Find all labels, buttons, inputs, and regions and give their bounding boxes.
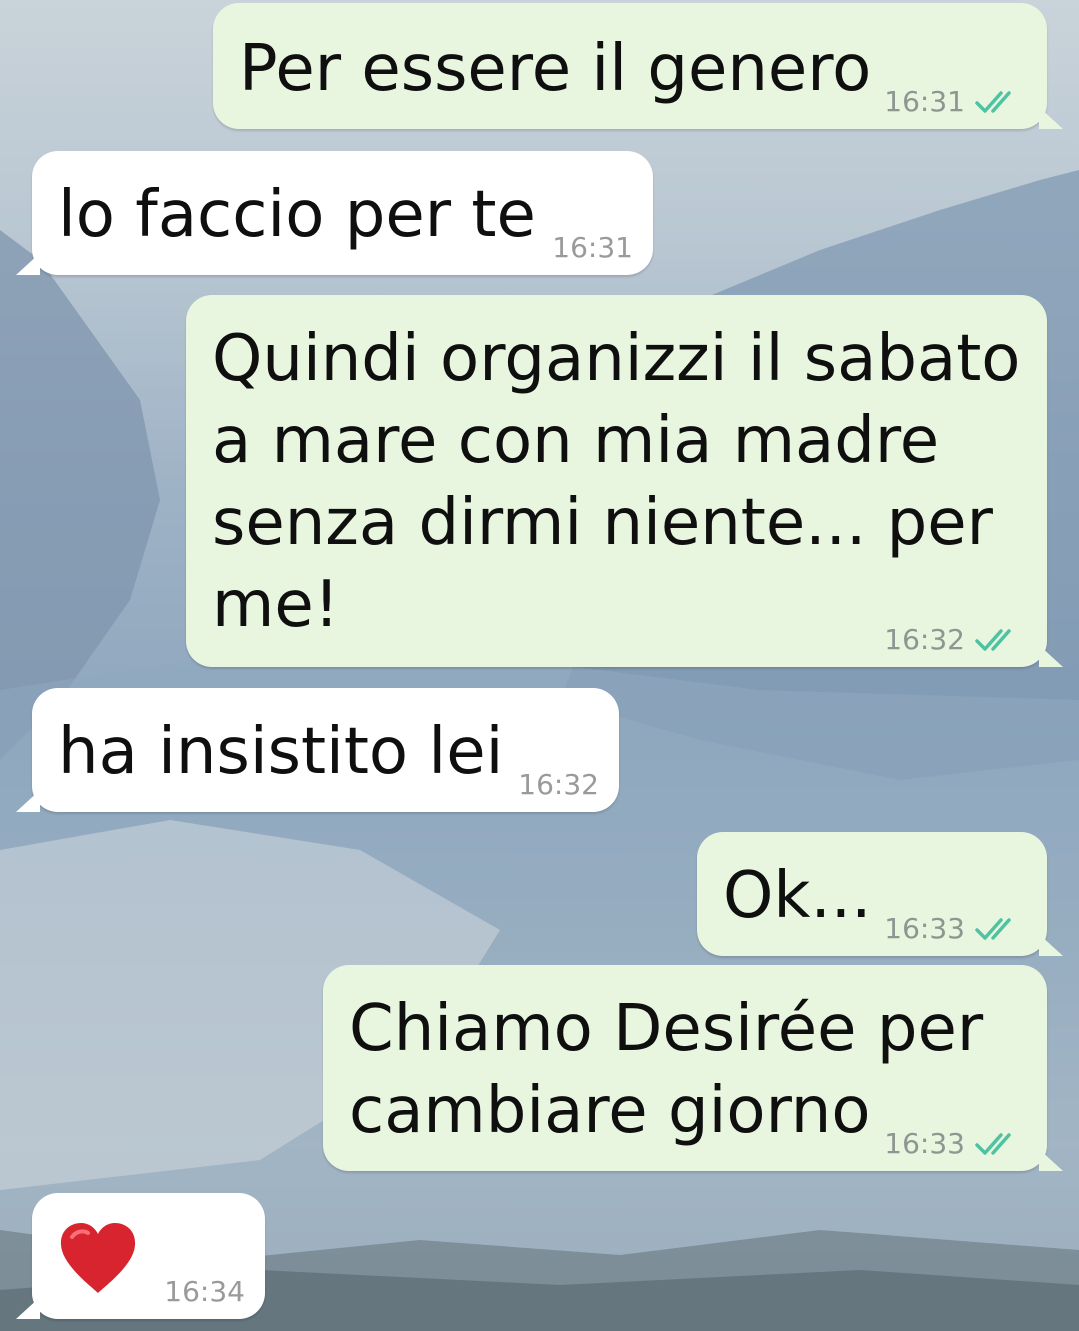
read-double-check-icon bbox=[975, 917, 1021, 941]
message-line: Chiamo Desirée per bbox=[349, 992, 984, 1066]
message-time: 16:31 bbox=[552, 231, 633, 264]
message-text: ha insistito lei bbox=[58, 715, 504, 789]
read-double-check-icon bbox=[975, 628, 1021, 652]
message-line: senza dirmi niente... per bbox=[212, 486, 993, 560]
message-meta: 16:32 bbox=[518, 768, 599, 802]
message-bubble-incoming[interactable]: 16:34 bbox=[16, 1193, 265, 1319]
message-meta: 16:32 bbox=[884, 623, 1021, 657]
message-text: lo faccio per te bbox=[58, 178, 536, 252]
message-meta: 16:34 bbox=[164, 1275, 245, 1309]
message-text: Per essere il genero bbox=[239, 32, 872, 106]
message-line: a mare con mia madre bbox=[212, 404, 940, 478]
message-bubble-outgoing[interactable]: Quindi organizzi il sabato a mare con mi… bbox=[186, 295, 1063, 667]
chat-window: Per essere il genero 16:31 lo faccio per… bbox=[0, 0, 1079, 1331]
read-double-check-icon bbox=[975, 1132, 1021, 1156]
message-line: cambiare giorno bbox=[349, 1074, 871, 1148]
message-bubble-incoming[interactable]: lo faccio per te 16:31 bbox=[16, 151, 653, 275]
message-bubble-outgoing[interactable]: Ok... 16:33 bbox=[697, 832, 1063, 956]
message-time: 16:32 bbox=[884, 623, 965, 656]
message-time: 16:33 bbox=[884, 1127, 965, 1160]
message-line: Quindi organizzi il sabato bbox=[212, 322, 1021, 396]
message-time: 16:32 bbox=[518, 768, 599, 801]
message-text: Ok... bbox=[723, 859, 872, 933]
message-bubble-outgoing[interactable]: Chiamo Desirée per cambiare giorno 16:33 bbox=[323, 965, 1063, 1171]
message-time: 16:33 bbox=[884, 912, 965, 945]
message-time: 16:34 bbox=[164, 1275, 245, 1308]
message-meta: 16:33 bbox=[884, 912, 1021, 946]
message-bubble-incoming[interactable]: ha insistito lei 16:32 bbox=[16, 688, 619, 812]
message-time: 16:31 bbox=[884, 85, 965, 118]
message-bubble-outgoing[interactable]: Per essere il genero 16:31 bbox=[213, 3, 1063, 129]
red-heart-icon bbox=[58, 1221, 138, 1299]
message-meta: 16:31 bbox=[884, 85, 1021, 119]
message-meta: 16:33 bbox=[884, 1127, 1021, 1161]
read-double-check-icon bbox=[975, 90, 1021, 114]
message-line: me! bbox=[212, 568, 340, 642]
message-meta: 16:31 bbox=[552, 231, 633, 265]
